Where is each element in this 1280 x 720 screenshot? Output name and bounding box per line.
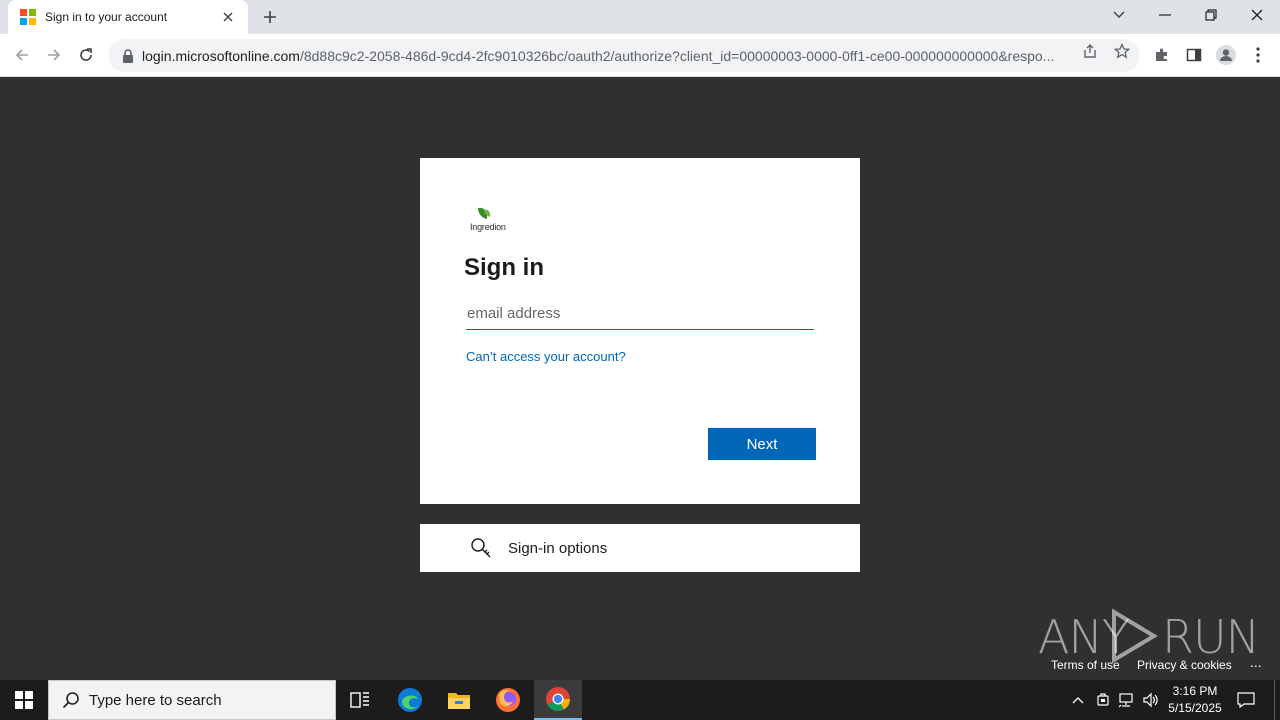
cant-access-link[interactable]: Can’t access your account? bbox=[466, 349, 626, 364]
star-icon[interactable] bbox=[1113, 42, 1131, 60]
close-window-icon[interactable] bbox=[1234, 0, 1280, 30]
url-text: login.microsoftonline.com/8d88c9c2-2058-… bbox=[142, 48, 1072, 64]
reload-icon[interactable] bbox=[72, 41, 100, 69]
task-view-icon[interactable] bbox=[336, 680, 384, 720]
leaf-logo-icon bbox=[478, 207, 491, 219]
url-path: /8d88c9c2-2058-486d-9cd4-2fc9010326bc/oa… bbox=[299, 47, 1055, 64]
volume-icon[interactable] bbox=[1141, 690, 1161, 710]
ingredion-logo: Ingredion bbox=[468, 206, 518, 234]
meet-now-icon[interactable] bbox=[1093, 690, 1113, 710]
side-panel-icon[interactable] bbox=[1180, 41, 1208, 69]
url-host: login.microsoftonline.com bbox=[142, 47, 300, 64]
clock-date: 5/15/2025 bbox=[1168, 701, 1222, 715]
taskbar-search-input[interactable]: Type here to search bbox=[48, 680, 336, 720]
anyrun-watermark: ANY RUN bbox=[1038, 608, 1260, 664]
firefox-icon[interactable] bbox=[484, 680, 532, 720]
terms-link[interactable]: Terms of use bbox=[1051, 658, 1120, 672]
forward-icon[interactable] bbox=[40, 41, 68, 69]
share-icon[interactable] bbox=[1081, 42, 1099, 60]
browser-tabstrip: Sign in to your account bbox=[0, 0, 1280, 34]
clock-time: 3:16 PM bbox=[1172, 684, 1218, 698]
page-title: Sign in bbox=[464, 254, 544, 281]
taskbar-clock[interactable]: 3:16 PM 5/15/2025 bbox=[1160, 683, 1230, 717]
windows-logo-icon[interactable] bbox=[0, 680, 48, 720]
more-options-link[interactable]: ... bbox=[1250, 654, 1262, 670]
tab-title: Sign in to your account bbox=[45, 10, 168, 24]
search-icon bbox=[61, 690, 81, 710]
network-icon[interactable] bbox=[1117, 690, 1137, 710]
taskbar-search-placeholder: Type here to search bbox=[89, 691, 222, 709]
show-desktop-button[interactable] bbox=[1274, 680, 1280, 720]
play-logo-icon bbox=[1112, 608, 1158, 664]
email-field[interactable] bbox=[466, 298, 814, 330]
key-icon bbox=[468, 535, 494, 561]
chrome-icon[interactable] bbox=[534, 680, 582, 720]
new-tab-icon[interactable] bbox=[258, 5, 282, 29]
tab-search-chevron-icon[interactable] bbox=[1096, 0, 1142, 30]
browser-toolbar: login.microsoftonline.com/8d88c9c2-2058-… bbox=[0, 34, 1280, 77]
signin-options-button[interactable]: Sign-in options bbox=[420, 524, 860, 572]
tab-close-icon[interactable] bbox=[218, 7, 238, 27]
address-bar[interactable]: login.microsoftonline.com/8d88c9c2-2058-… bbox=[108, 39, 1140, 72]
file-explorer-icon[interactable] bbox=[435, 680, 483, 720]
signin-card: Ingredion Sign in Can’t access your acco… bbox=[420, 158, 860, 504]
back-icon[interactable] bbox=[8, 41, 36, 69]
browser-tab[interactable]: Sign in to your account bbox=[8, 0, 248, 34]
menu-icon[interactable] bbox=[1244, 41, 1272, 69]
restore-icon[interactable] bbox=[1188, 0, 1234, 30]
microsoft-favicon-icon bbox=[20, 9, 36, 25]
extensions-icon[interactable] bbox=[1148, 41, 1176, 69]
watermark-right-text: RUN bbox=[1162, 610, 1260, 664]
taskbar: Type here to search 3:16 PM 5/15/2025 bbox=[0, 680, 1280, 720]
profile-icon[interactable] bbox=[1212, 41, 1240, 69]
lock-icon[interactable] bbox=[120, 48, 136, 64]
brand-text: Ingredion bbox=[470, 222, 506, 232]
tray-chevron-up-icon[interactable] bbox=[1068, 690, 1088, 710]
edge-icon[interactable] bbox=[386, 680, 434, 720]
minimize-icon[interactable] bbox=[1142, 0, 1188, 30]
privacy-link[interactable]: Privacy & cookies bbox=[1137, 658, 1232, 672]
notification-icon[interactable] bbox=[1234, 690, 1258, 710]
next-button[interactable]: Next bbox=[708, 428, 816, 460]
signin-options-label: Sign-in options bbox=[508, 539, 608, 557]
